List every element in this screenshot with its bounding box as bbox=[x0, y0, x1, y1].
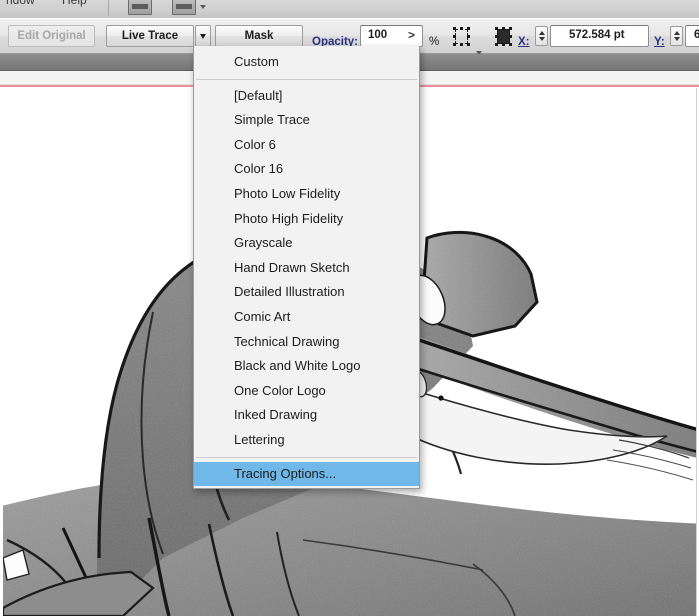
x-stepper[interactable] bbox=[535, 26, 548, 46]
menu-item-list: Custom [Default] Simple Trace Color 6 Color … bbox=[194, 50, 419, 487]
mask-button[interactable]: Mask bbox=[215, 25, 303, 47]
edit-original-button[interactable]: Edit Original bbox=[8, 25, 95, 47]
menu-item-help[interactable]: Help bbox=[62, 0, 87, 7]
percent-label: % bbox=[429, 36, 440, 48]
preferences-icon[interactable] bbox=[172, 0, 196, 15]
x-coordinate-input[interactable]: 572.584 pt bbox=[550, 25, 649, 47]
menu-item[interactable]: Black and White Logo bbox=[194, 354, 419, 379]
menu-separator bbox=[196, 78, 417, 80]
live-trace-button[interactable]: Live Trace bbox=[106, 25, 194, 47]
menu-item[interactable]: Lettering bbox=[194, 428, 419, 453]
menu-item[interactable]: Custom bbox=[194, 50, 419, 75]
x-coordinate-label: X: bbox=[518, 36, 530, 48]
menu-item[interactable]: Inked Drawing bbox=[194, 403, 419, 428]
menu-item[interactable]: Simple Trace bbox=[194, 108, 419, 133]
y-coordinate-value: 621.959 bbox=[694, 29, 699, 41]
menu-item[interactable]: [Default] bbox=[194, 84, 419, 109]
y-coordinate-input[interactable]: 621.959 bbox=[685, 25, 699, 47]
menu-separator bbox=[196, 456, 417, 458]
x-coordinate-value: 572.584 pt bbox=[569, 29, 625, 41]
menu-item[interactable]: Color 6 bbox=[194, 133, 419, 158]
stepper-up-icon[interactable] bbox=[539, 31, 545, 35]
stepper-down-icon[interactable] bbox=[674, 37, 680, 41]
live-trace-preset-dropdown-button[interactable] bbox=[195, 25, 211, 47]
menu-item[interactable]: Comic Art bbox=[194, 305, 419, 330]
chevron-down-icon[interactable] bbox=[200, 5, 206, 9]
stepper-up-icon[interactable] bbox=[674, 31, 680, 35]
menu-item[interactable]: Technical Drawing bbox=[194, 330, 419, 355]
menu-item[interactable]: Photo Low Fidelity bbox=[194, 182, 419, 207]
menu-item[interactable]: Color 16 bbox=[194, 157, 419, 182]
y-stepper[interactable] bbox=[670, 26, 683, 46]
caret-down-icon bbox=[200, 34, 206, 40]
menubar-divider bbox=[108, 0, 109, 16]
transform-proxy-icon[interactable] bbox=[452, 27, 471, 46]
opacity-chevron-icon[interactable]: > bbox=[408, 28, 415, 42]
menu-bar: ndow Help bbox=[0, 0, 699, 18]
opacity-value: 100 bbox=[368, 29, 388, 41]
menu-item[interactable]: Tracing Options... bbox=[194, 461, 419, 487]
y-coordinate-label: Y: bbox=[654, 36, 665, 48]
menu-item[interactable]: Detailed Illustration bbox=[194, 280, 419, 305]
menu-item[interactable]: Hand Drawn Sketch bbox=[194, 256, 419, 281]
opacity-input[interactable]: 100 > bbox=[360, 25, 423, 47]
document-setup-icon[interactable] bbox=[128, 0, 152, 15]
reference-point-icon[interactable] bbox=[494, 27, 513, 46]
illustrator-window: ndow Help Edit Original Live Trace Mask … bbox=[0, 0, 699, 616]
menu-item[interactable]: Photo High Fidelity bbox=[194, 207, 419, 232]
live-trace-preset-menu[interactable]: Custom [Default] Simple Trace Color 6 Color … bbox=[193, 46, 420, 490]
menu-item-window[interactable]: ndow bbox=[6, 0, 35, 7]
menu-item[interactable]: Grayscale bbox=[194, 231, 419, 256]
stepper-down-icon[interactable] bbox=[539, 37, 545, 41]
menu-item[interactable]: One Color Logo bbox=[194, 379, 419, 404]
